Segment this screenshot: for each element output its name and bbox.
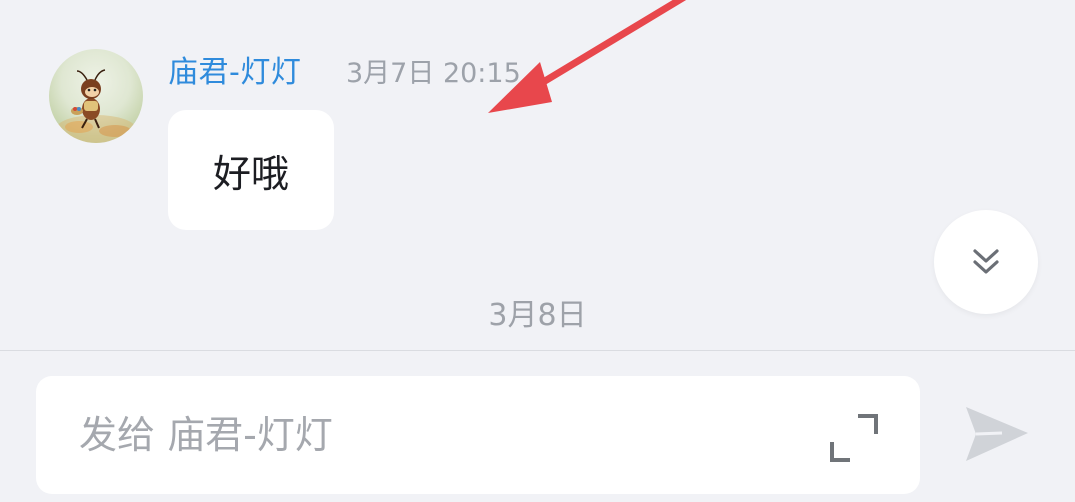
composer-bar: 发给 庙君-灯灯: [0, 351, 1075, 502]
avatar-cartoon-ant-icon: [56, 69, 136, 143]
double-chevron-down-icon: [973, 249, 999, 274]
chat-message-area[interactable]: 庙君-灯灯 3月7日 20:15 好哦 3月8日: [0, 0, 1075, 350]
message-bubble[interactable]: 好哦: [168, 110, 334, 230]
scroll-to-bottom-button[interactable]: [934, 210, 1038, 314]
message-input-placeholder: 发给 庙君-灯灯: [79, 413, 333, 457]
expand-icon[interactable]: [828, 412, 880, 464]
send-icon[interactable]: [962, 403, 1032, 465]
date-divider-label: 3月8日: [488, 298, 587, 333]
message-input[interactable]: 发给 庙君-灯灯: [36, 376, 920, 494]
sender-name[interactable]: 庙君-灯灯: [168, 53, 301, 93]
message-timestamp: 3月7日 20:15: [346, 58, 521, 89]
message-text: 好哦: [212, 151, 289, 196]
sender-avatar[interactable]: [49, 49, 143, 143]
date-divider: 3月8日: [0, 293, 1075, 339]
